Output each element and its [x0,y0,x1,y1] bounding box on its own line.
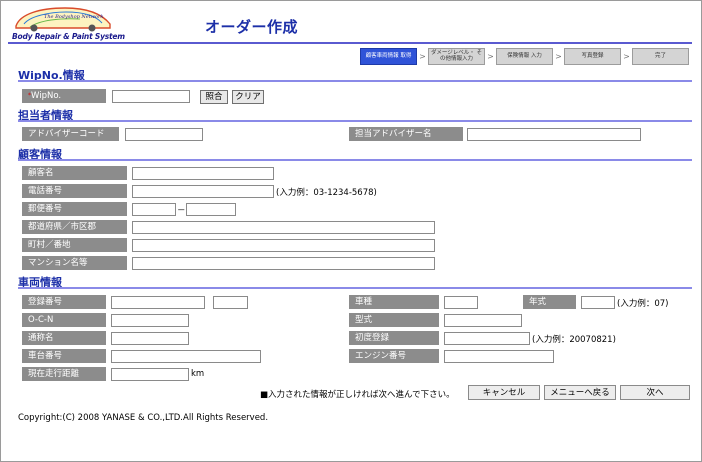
engine-number-input[interactable] [444,350,554,363]
section-divider [18,120,692,122]
cancel-button[interactable]: キャンセル [468,385,540,400]
logo-subtitle: Body Repair & Paint System [12,32,125,41]
chassis-input[interactable] [111,350,261,363]
town-label: 町村／番地 [22,238,127,252]
car-logo-icon: The Bodyshop Network [15,7,111,32]
chevron-right-icon: > [419,51,426,61]
common-name-input[interactable] [111,332,189,345]
mileage-label: 現在走行距離 [22,367,106,381]
prefecture-label: 都道府県／市区郡 [22,220,127,234]
type-label: 型式 [349,313,439,327]
progress-steps: 顧客車両情報 取得 > ダメージレベル・ その他情報入力 > 保険情報 入力 >… [360,47,689,65]
step-damage-level: ダメージレベル・ その他情報入力 [428,47,485,65]
step-photo: 写真登録 [564,47,621,65]
postal-code-first-input[interactable] [132,203,176,216]
year-label: 年式 [523,295,576,309]
advisor-name-label: 担当アドバイザー名 [349,127,463,141]
first-registration-label: 初度登録 [349,331,439,345]
section-divider [18,159,692,161]
type-input[interactable] [444,314,522,327]
postal-label: 郵便番号 [22,202,127,216]
ocn-input[interactable] [111,314,189,327]
phone-input[interactable] [132,185,274,198]
company-logo: The Bodyshop Network Body Repair & Paint… [10,4,125,44]
ocn-label: O-C-N [22,313,106,327]
first-registration-hint: (入力例：20070821) [532,335,616,345]
chevron-right-icon: > [623,51,630,61]
building-label: マンション名等 [22,256,127,270]
engine-number-label: エンジン番号 [349,349,439,363]
step-insurance: 保険情報 入力 [496,47,553,65]
back-to-menu-button[interactable]: メニューへ戻る [544,385,616,400]
model-input[interactable] [444,296,478,309]
building-input[interactable] [132,257,435,270]
wipno-label-text: WipNo. [31,91,62,101]
wipno-input[interactable] [112,90,190,103]
phone-label: 電話番号 [22,184,127,198]
page-title: オーダー作成 [205,18,299,36]
logo-network-text: The Bodyshop Network [44,14,103,20]
chassis-label: 車台番号 [22,349,106,363]
reg-number-input[interactable] [111,296,205,309]
section-divider [18,80,692,82]
model-label: 車種 [349,295,439,309]
town-input[interactable] [132,239,435,252]
mileage-input[interactable] [111,368,189,381]
advisor-code-input[interactable] [125,128,203,141]
customer-name-label: 顧客名 [22,166,127,180]
prefecture-input[interactable] [132,221,435,234]
phone-hint: (入力例：03-1234-5678) [276,188,377,198]
instruction-text: ■入力された情報が正しければ次へ進んで下さい。 [260,390,455,400]
reg-number-sub-input[interactable] [213,296,248,309]
step-customer-vehicle: 顧客車両情報 取得 [360,47,417,65]
chevron-right-icon: > [487,51,494,61]
customer-name-input[interactable] [132,167,274,180]
next-button[interactable]: 次へ [620,385,690,400]
lookup-button[interactable]: 照合 [200,90,228,104]
first-registration-input[interactable] [444,332,530,345]
step-complete: 完了 [632,47,689,65]
year-hint: (入力例：07) [617,299,669,309]
section-divider [18,287,692,289]
mileage-unit: km [191,369,205,379]
postal-separator: － [177,206,186,216]
year-input[interactable] [581,296,615,309]
copyright-text: Copyright:(C) 2008 YANASE & CO.,LTD.All … [18,413,269,423]
chevron-right-icon: > [555,51,562,61]
wipno-label: *WipNo. [22,89,106,103]
common-name-label: 通称名 [22,331,106,345]
clear-button[interactable]: クリア [232,90,264,104]
advisor-code-label: アドバイザーコード [22,127,119,141]
postal-code-second-input[interactable] [186,203,236,216]
reg-number-label: 登録番号 [22,295,106,309]
header-divider [8,42,692,44]
advisor-name-input[interactable] [467,128,641,141]
